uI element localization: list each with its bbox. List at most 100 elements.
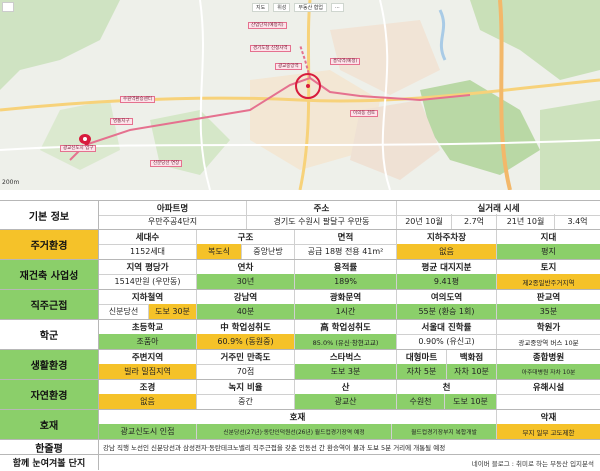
cell-value: 도보 3분	[295, 364, 397, 379]
cell-value: 빌라 밀집지역	[99, 364, 197, 379]
cell-value: 경기도 수원시 팔달구 우만동	[247, 214, 397, 229]
cell-value: 0.90% (유신고)	[397, 334, 497, 349]
map-toolbar-map[interactable]: 지도	[252, 2, 270, 12]
cell-value: 1152세대	[99, 244, 197, 259]
cell-value: 70점	[197, 364, 295, 379]
cell-value: 공급 18평 전용 41m²	[295, 244, 397, 259]
cell-value: 평지	[497, 244, 600, 259]
cell-title: 종합병원	[532, 353, 565, 363]
cell-value: 21년 10월	[497, 214, 555, 229]
map-label: 흥덕역(예정)	[330, 58, 361, 65]
cell-value: 신분당선(27년)·동탄인덕원선(26년) 월드컵경기장역 예정	[197, 424, 392, 439]
cell-value: 30년	[197, 274, 295, 289]
cell-title: 대형마트	[397, 350, 447, 364]
cell-title: 초등학교	[99, 320, 197, 334]
row-header: 자연환경	[0, 380, 99, 409]
cell-value: 9.41평	[397, 274, 497, 289]
cell-value: 복도식	[197, 244, 242, 259]
cell-title: 녹지 비율	[197, 380, 295, 394]
cell-title: 유해시설	[532, 383, 565, 393]
map-canvas	[0, 0, 600, 190]
cell-value: 55분 (환승 1회)	[397, 304, 497, 319]
cell-value: 2.7억	[452, 214, 497, 229]
map-label: 이의동 검토	[350, 110, 379, 117]
cell-value: 월드컵경기장부지 복합개발	[392, 424, 497, 439]
cell-title: 지하주차장	[397, 230, 497, 244]
cell-value: 중간	[197, 394, 295, 409]
cell-value: 85.0% (유신·창현고교)	[295, 334, 397, 349]
cell-title: 주변지역	[99, 350, 197, 364]
map-label: 수원역환승센터	[120, 96, 155, 103]
map-label: 산업단지(예정지)	[248, 22, 287, 29]
map-label: 신분당선 연장	[150, 160, 183, 167]
cell-title: 실거래 시세	[477, 204, 520, 214]
map-label: 영통지구	[110, 118, 133, 125]
cell-value: 조품아	[99, 334, 197, 349]
cell-value: 자차 10분	[447, 364, 497, 379]
cell-title: 강남역	[197, 290, 295, 304]
cell-title: 면적	[295, 230, 397, 244]
cell-title: 구조	[197, 230, 295, 244]
cell-value: 신분당선	[99, 304, 149, 319]
cell-title: 토지	[540, 263, 557, 273]
row-header: 호재	[0, 410, 99, 439]
cell-value: 제2종일반주거지역	[497, 274, 600, 289]
cell-value: 35분	[497, 304, 600, 319]
cell-value: 20년 10월	[397, 214, 452, 229]
cell-value: 3.4억	[567, 217, 588, 226]
cell-value: 도보 30분	[149, 304, 197, 319]
cell-title: 조경	[99, 380, 197, 394]
cell-value: 광교산	[295, 394, 397, 409]
cell-value: 광교신도시 인접	[99, 424, 197, 439]
cell-value: 자차 5분	[397, 364, 447, 379]
row-header: 주거환경	[0, 230, 99, 259]
row-header: 직주근접	[0, 290, 99, 319]
cell-title: 주소	[247, 201, 397, 215]
summary-text: 강남 직행 노선인 신분당선과 삼성전자·동탄테크노밸리 직주근접을 갖춘 인동…	[103, 444, 446, 452]
row-basic-info: 기본 정보 아파트명 주소 실거래 시세 우만주공4단지 경기도 수원시 팔달구…	[0, 200, 600, 230]
map-toolbar-realestate[interactable]: 부동산 협업	[294, 2, 327, 12]
cell-title: 中 학업성취도	[197, 320, 295, 334]
location-map[interactable]: 지도 위성 부동산 협업 ⋯ 산업단지(예정지) 경기도청 신청사역 광교중앙역…	[0, 0, 600, 190]
row-header: 한줄평	[0, 440, 99, 455]
map-control-box[interactable]	[2, 2, 14, 12]
row-header: 학군	[0, 320, 99, 349]
cell-title: 용적률	[295, 260, 397, 274]
cell-title: 호재	[99, 410, 497, 424]
row-factors: 호재 호재 악재 광교신도시 인접 신분당선(27년)·동탄인덕원선(26년) …	[0, 410, 600, 440]
cell-title: 광화문역	[295, 290, 397, 304]
cell-value: 도보 10분	[445, 394, 497, 409]
cell-title: 백화점	[447, 350, 497, 364]
cell-title: 거주민 만족도	[197, 350, 295, 364]
row-summary: 한줄평 강남 직행 노선인 신분당선과 삼성전자·동탄테크노밸리 직주근접을 갖…	[0, 440, 600, 455]
cell-title: 서울대 진학률	[397, 320, 497, 334]
row-nature-env: 자연환경 조경 녹지 비율 산 천 유해시설 없음 중간 광교산 수원천 도보 …	[0, 380, 600, 410]
cell-title: 세대수	[99, 230, 197, 244]
map-scale: 200m	[2, 179, 20, 186]
cell-title: 여의도역	[397, 290, 497, 304]
cell-value: 수원천	[397, 394, 445, 409]
cell-title: 高 학업성취도	[295, 320, 397, 334]
row-header: 함께 눈여겨볼 단지	[0, 455, 99, 470]
map-toolbar-satellite[interactable]: 위성	[273, 2, 291, 12]
cell-title: 스타벅스	[295, 350, 397, 364]
cell-value: 189%	[295, 274, 397, 289]
row-header: 생활환경	[0, 350, 99, 379]
row-life-env: 생활환경 주변지역 거주민 만족도 스타벅스 대형마트 백화점 종합병원 빌라 …	[0, 350, 600, 380]
cell-title: 연차	[197, 260, 295, 274]
cell-title: 평균 대지지분	[397, 260, 497, 274]
cell-title: 지하철역	[99, 290, 197, 304]
map-toolbar-more[interactable]: ⋯	[331, 2, 344, 12]
cell-title: 악재	[540, 413, 557, 423]
cell-title: 천	[397, 380, 497, 394]
cell-value: 없음	[99, 394, 197, 409]
cell-title: 산	[295, 380, 397, 394]
map-label: 광교중앙역	[275, 63, 302, 70]
cell-value: 60.9% (동원중)	[197, 334, 295, 349]
map-label: 광교신도시 입구	[60, 145, 97, 152]
property-info-table: 기본 정보 아파트명 주소 실거래 시세 우만주공4단지 경기도 수원시 팔달구…	[0, 200, 600, 470]
row-school: 학군 초등학교 中 학업성취도 高 학업성취도 서울대 진학률 학원가 조품아 …	[0, 320, 600, 350]
cell-value: 40분	[197, 304, 295, 319]
cell-value: 우만주공4단지	[99, 214, 247, 229]
row-header: 기본 정보	[0, 201, 99, 229]
